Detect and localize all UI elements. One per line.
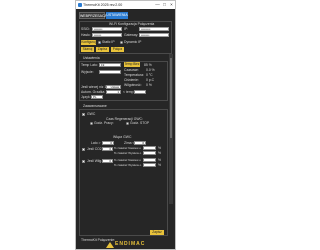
temp-lato-input[interactable]: 19 [99,63,121,67]
wilgotnosc-value: 0 % [146,83,152,87]
zima-input[interactable]: 0 [134,141,146,145]
wyjscie-label: Wyjscie: [81,70,94,74]
app-body: WEBPRZESACAL USTAWIENIA Wi-Fi Konfigurac… [76,9,175,249]
haslo-input[interactable]: ••••••• [92,33,122,37]
godz-pracy-radio[interactable] [90,122,93,125]
wilg-nawiew-pct: % [158,158,162,162]
brand-logo-mark [106,242,114,248]
konfiguruj-button[interactable]: Konfiguruj [81,40,96,45]
co2-nawiew-input[interactable] [143,146,156,150]
czasowe-value: 0.0 % [146,68,155,72]
cisnienie-label: Ciśnienie: [124,78,139,82]
app-icon [78,3,82,7]
ssid-label: SSID: [81,27,90,31]
jesli-input[interactable]: Ustaw [106,85,121,89]
wilg-wywiew-label: % zwieksz Wywiew o [114,163,142,167]
wilgotnosc-label: Wilgotność: [124,83,142,87]
maximize-button[interactable]: □ [161,1,168,9]
static-ip-radio[interactable] [98,41,101,44]
co2-wywiew-input[interactable] [143,151,156,155]
minimize-button[interactable]: — [154,1,161,9]
ip-label: IP: [124,27,129,31]
temp-biez-value: 85 % [144,63,152,67]
zaawansowane-panel [79,109,168,236]
temperatura-value: 0 °C [146,73,153,77]
wilg-wywiew-input[interactable] [143,163,156,167]
close-button[interactable]: × [168,1,175,9]
scrollbar-thumb[interactable] [170,58,172,138]
wilg-input[interactable]: 0 [102,159,113,163]
static-ip-label: Static IP [102,40,115,44]
wlacz-gwc-label: Włącz GWC [113,135,132,139]
ssid-input[interactable]: •••••••• [92,27,122,31]
scrollbar[interactable] [169,54,173,204]
brand-name: ENDIMAC [115,241,146,247]
co2-nawiew-label: % zwieksz Nawiew o [114,146,141,150]
wyjscie-input[interactable] [99,70,121,74]
lato-label: Lato > [91,141,101,145]
cisnienie-value: 0 p.C [146,78,155,82]
temp-lato-label: Temp Lato: [81,63,98,67]
co2-wywiew-pct: % [158,151,162,155]
gateway-label: Gateway: [124,33,139,37]
skanuj-button[interactable]: Skanuj [81,47,94,52]
co2-input[interactable]: 0 [102,147,113,151]
zaawansowane-title: Zaawansowane [83,104,107,108]
polacz-button[interactable]: Połącz [111,47,124,52]
zapisz-advanced-button[interactable]: Zapisz [150,230,164,235]
zima-label: Zima < [124,141,135,145]
temp-biez-button[interactable]: Temp Biez [124,62,140,67]
zapisz-wifi-button[interactable]: Zapisz [96,47,109,52]
app-window: ThermoKit 2025 rev.2.00 — □ × WEBPRZESAC… [75,0,176,250]
co2-nawiew-pct: % [158,146,162,150]
dynamic-ip-radio[interactable] [120,41,123,44]
gwc-label: GWC [87,112,96,116]
dynamic-ip-label: Dynamic IP [124,40,142,44]
godz-stop-label: Godz. STOP [130,121,150,125]
autom-grzalka-input[interactable]: 1 [106,90,121,94]
czasowe-label: Czasowe: [124,68,139,72]
lato-input[interactable]: 0 [102,141,114,145]
wifi-title: Wi-Fi Konfiguracja Połączenia [109,22,155,26]
jezyk-label: Język: [81,95,91,99]
lt-temp-input[interactable] [134,90,146,94]
autom-grzalka-label: Autom. Grzałka [81,90,105,94]
temperatura-label: Temperatura: [124,73,144,77]
godz-pracy-label: Godz. Pracy: [94,121,114,125]
gateway-input[interactable]: •••••••• [139,33,169,37]
wilg-wywiew-pct: % [158,163,162,167]
haslo-label: Hasło: [81,33,91,37]
window-title: ThermoKit 2025 rev.2.00 [83,3,123,7]
wilg-checkbox[interactable] [82,160,85,163]
lt-temp-label: < temp [123,90,134,94]
tab-wentylacja[interactable]: WEBPRZESACAL [79,12,109,19]
ustawienia-title: Ustawienia [83,56,100,60]
wilg-nawiew-label: % zwieksz Nawiew o [114,158,141,162]
ip-input[interactable]: ••••••••• [139,27,169,31]
co2-wywiew-label: % zwieksz Wywiew o [114,151,142,155]
wilg-nawiew-input[interactable] [143,158,156,162]
co2-checkbox[interactable] [82,148,85,151]
title-bar: ThermoKit 2025 rev.2.00 — □ × [76,1,175,9]
godz-stop-radio[interactable] [126,122,129,125]
jezyk-select[interactable]: PL [91,95,103,99]
tab-ustawienia[interactable]: USTAWIENIA [106,12,128,19]
gwc-checkbox[interactable] [82,113,85,116]
